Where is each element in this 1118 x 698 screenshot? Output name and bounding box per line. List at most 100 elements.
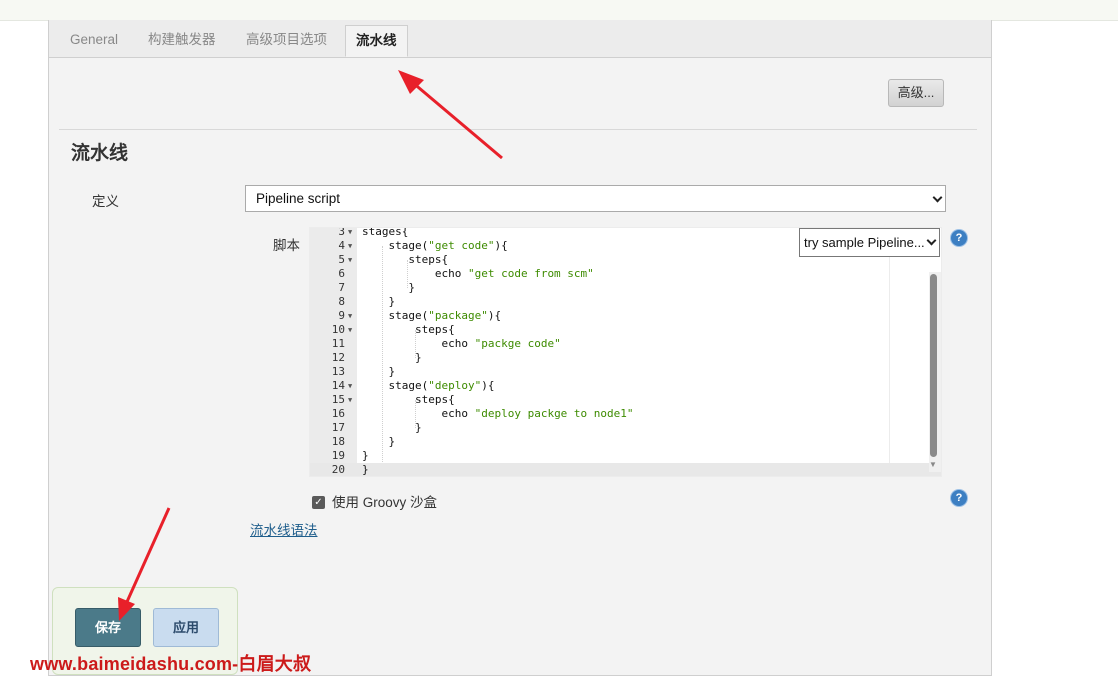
code-token: }: [362, 449, 369, 462]
code-token: echo: [362, 337, 475, 350]
groovy-sandbox-label: 使用 Groovy 沙盒: [332, 495, 438, 510]
tab-advanced-project-options[interactable]: 高级项目选项: [246, 20, 327, 57]
code-line[interactable]: 9 ▼ stage("package"){: [310, 309, 941, 323]
code-text: steps{: [362, 393, 455, 407]
try-sample-pipeline-select[interactable]: try sample Pipeline...: [799, 228, 940, 257]
code-token: echo: [362, 407, 475, 420]
line-number: 12: [331, 351, 345, 364]
code-text: echo "deploy packge to node1": [362, 407, 634, 421]
definition-label: 定义: [92, 194, 119, 209]
tab-bar: General 构建触发器 高级项目选项 流水线: [49, 20, 991, 58]
code-token: }: [362, 463, 369, 476]
chevron-down-icon: [926, 235, 937, 246]
code-token: stages{: [362, 227, 409, 238]
code-token: }: [362, 281, 415, 294]
line-number: 9: [338, 309, 345, 322]
top-bar: [0, 0, 1118, 21]
code-token: stage(: [362, 309, 429, 322]
code-text: }: [362, 463, 369, 476]
code-string: "packge code": [474, 337, 561, 350]
code-token: echo: [362, 267, 468, 280]
definition-select[interactable]: Pipeline script: [245, 185, 946, 212]
code-line[interactable]: 7 }: [310, 281, 941, 295]
code-text: }: [362, 421, 422, 435]
line-number: 15: [331, 393, 345, 406]
tab-pipeline[interactable]: 流水线: [345, 25, 408, 57]
fold-toggle-icon[interactable]: ▼: [348, 309, 352, 323]
tab-build-triggers[interactable]: 构建触发器: [148, 20, 216, 57]
sample-select-value: try sample Pipeline...: [804, 235, 925, 250]
line-number: 11: [331, 337, 345, 350]
line-number: 16: [331, 407, 345, 420]
fold-toggle-icon[interactable]: ▼: [348, 323, 352, 337]
code-line[interactable]: 14 ▼ stage("deploy"){: [310, 379, 941, 393]
apply-button[interactable]: 应用: [153, 608, 219, 647]
line-number: 3: [338, 227, 345, 238]
code-line[interactable]: 13 }: [310, 365, 941, 379]
line-number: 14: [331, 379, 345, 392]
code-text: stage("deploy"){: [362, 379, 494, 393]
section-title: 流水线: [71, 143, 129, 164]
help-icon[interactable]: ?: [951, 230, 967, 246]
fold-toggle-icon[interactable]: ▼: [348, 379, 352, 393]
fold-toggle-icon[interactable]: ▼: [348, 228, 352, 239]
scroll-down-icon[interactable]: ▼: [929, 460, 937, 469]
definition-value: Pipeline script: [256, 191, 341, 206]
line-number: 8: [338, 295, 345, 308]
script-editor[interactable]: 3 ▼ stages{4 ▼ stage("get code"){5 ▼ steps{6…: [309, 227, 942, 477]
line-number: 4: [338, 239, 345, 252]
code-text: }: [362, 281, 415, 295]
advanced-button[interactable]: 高级...: [888, 79, 944, 107]
code-text: }: [362, 435, 395, 449]
code-token: ){: [487, 309, 502, 322]
fold-toggle-icon[interactable]: ▼: [348, 239, 352, 253]
code-line[interactable]: 10 ▼ steps{: [310, 323, 941, 337]
line-number: 7: [338, 281, 345, 294]
code-text: steps{: [362, 253, 448, 267]
section-divider: [59, 129, 977, 130]
code-text: echo "packge code": [362, 337, 561, 351]
line-number: 19: [331, 449, 345, 462]
tab-general[interactable]: General: [70, 20, 118, 57]
code-string: "deploy packge to node1": [474, 407, 634, 420]
code-line[interactable]: 15 ▼ steps{: [310, 393, 941, 407]
code-string: "get code": [428, 239, 495, 252]
help-icon[interactable]: ?: [951, 490, 967, 506]
code-line[interactable]: 16 echo "deploy packge to node1": [310, 407, 941, 421]
line-number: 10: [331, 323, 345, 336]
line-number: 5: [338, 253, 345, 266]
line-number: 17: [331, 421, 345, 434]
code-line[interactable]: 8 }: [310, 295, 941, 309]
script-label: 脚本: [273, 238, 300, 253]
code-token: }: [362, 295, 396, 308]
editor-scrollbar-thumb[interactable]: [930, 274, 937, 457]
code-line[interactable]: 17 }: [310, 421, 941, 435]
code-line[interactable]: 6 echo "get code from scm": [310, 267, 941, 281]
code-line[interactable]: 12 }: [310, 351, 941, 365]
code-text: stage("package"){: [362, 309, 501, 323]
config-panel: General 构建触发器 高级项目选项 流水线 高级... 流水线 定义 Pi…: [48, 20, 992, 676]
code-token: steps{: [362, 393, 455, 406]
code-token: }: [362, 421, 422, 434]
code-token: }: [362, 435, 396, 448]
code-text: steps{: [362, 323, 455, 337]
code-line[interactable]: 20}: [310, 463, 941, 476]
pipeline-syntax-link[interactable]: 流水线语法: [250, 519, 318, 539]
code-text: echo "get code from scm": [362, 267, 594, 281]
code-line[interactable]: 19}: [310, 449, 941, 463]
code-line[interactable]: 11 echo "packge code": [310, 337, 941, 351]
code-token: stage(: [362, 239, 429, 252]
code-token: steps{: [362, 253, 449, 266]
fold-toggle-icon[interactable]: ▼: [348, 393, 352, 407]
code-text: }: [362, 295, 395, 309]
code-string: "package": [428, 309, 488, 322]
fold-toggle-icon[interactable]: ▼: [348, 253, 352, 267]
code-token: stage(: [362, 379, 429, 392]
code-line[interactable]: 18 }: [310, 435, 941, 449]
save-button[interactable]: 保存: [75, 608, 141, 647]
groovy-sandbox-checkbox[interactable]: ✓: [312, 496, 325, 509]
code-text: }: [362, 449, 369, 463]
code-text: stages{: [362, 227, 409, 239]
code-text: }: [362, 365, 395, 379]
code-token: }: [362, 365, 396, 378]
